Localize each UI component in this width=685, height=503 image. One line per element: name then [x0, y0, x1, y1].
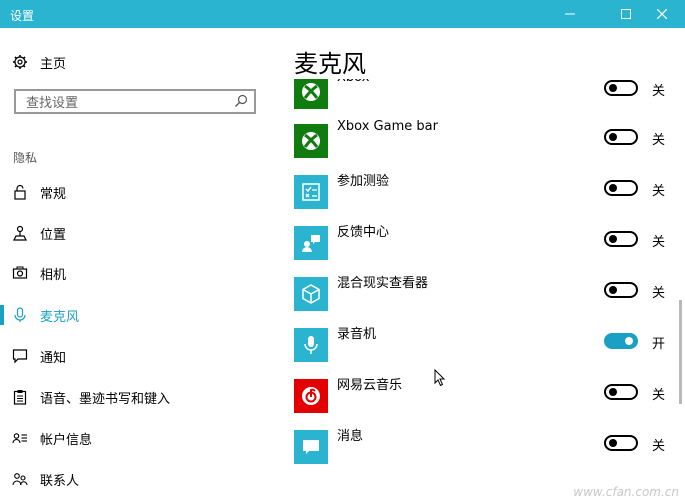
notification-icon: [12, 349, 28, 364]
sidebar-item-account-info[interactable]: 帐户信息: [0, 419, 277, 457]
contacts-icon: [12, 473, 28, 486]
sidebar-item-location[interactable]: 位置: [0, 214, 277, 252]
sidebar-item-label: 联系人: [40, 473, 80, 489]
home-link[interactable]: 主页: [12, 52, 66, 72]
toggle-switch[interactable]: [604, 129, 638, 145]
feedback-icon: [294, 226, 328, 260]
mouse-cursor-icon: [434, 369, 446, 387]
toggle-state: 关: [652, 439, 666, 454]
toggle-state: 关: [652, 133, 666, 148]
page-title: 麦克风: [294, 44, 386, 79]
toggle-state: 开: [652, 337, 666, 352]
quiz-icon: [294, 175, 328, 209]
app-name: 混合现实查看器: [337, 276, 429, 291]
list-item-netease-music: 网易云音乐 关: [294, 378, 674, 413]
netease-music-icon: [294, 379, 328, 413]
app-name: 网易云音乐: [337, 378, 403, 393]
watermark: www.cfan.com.cn: [573, 485, 679, 499]
sidebar-item-label: 帐户信息: [40, 432, 93, 448]
close-icon: [657, 9, 667, 19]
toggle-switch[interactable]: [604, 282, 638, 298]
recorder-icon: [294, 328, 328, 362]
section-header-privacy: 隐私: [13, 151, 38, 165]
list-item-voice-recorder: 录音机 开: [294, 327, 674, 362]
minimize-button[interactable]: [547, 0, 593, 28]
sidebar-item-notifications[interactable]: 通知: [0, 337, 277, 375]
toggle-switch[interactable]: [604, 180, 638, 196]
toggle-state: 关: [652, 84, 666, 99]
search-box[interactable]: [14, 89, 256, 114]
app-name: 反馈中心: [337, 225, 390, 240]
list-item-take-a-test: 参加测验 关: [294, 174, 674, 209]
toggle-state: 关: [652, 286, 666, 301]
sidebar-item-label: 位置: [40, 227, 67, 243]
sidebar-item-speech[interactable]: 语音、墨迹书写和键入: [0, 378, 277, 416]
app-name: Xbox Game bar: [337, 119, 438, 134]
gear-icon: [13, 55, 27, 69]
window-title: 设置: [10, 9, 35, 23]
sidebar-item-label: 常规: [40, 186, 67, 202]
active-indicator: [0, 305, 4, 325]
list-item-messaging: 消息 关: [294, 429, 674, 464]
app-name: 消息: [337, 429, 364, 444]
sidebar-item-camera[interactable]: 相机: [0, 254, 277, 292]
search-icon[interactable]: [234, 94, 248, 108]
close-button[interactable]: [639, 0, 685, 28]
list-item-xbox-game-bar: Xbox Game bar 关: [294, 119, 674, 158]
toggle-state: 关: [652, 235, 666, 250]
account-icon: [12, 433, 27, 444]
sidebar-item-label: 麦克风: [40, 309, 80, 325]
xbox-icon: [294, 124, 328, 158]
xbox-icon: [294, 75, 328, 109]
lock-icon: [14, 184, 26, 200]
sidebar-item-label: 通知: [40, 350, 67, 366]
toggle-switch[interactable]: [604, 80, 638, 96]
sidebar-item-label: 语音、墨迹书写和键入: [40, 391, 171, 407]
camera-icon: [12, 266, 28, 279]
sidebar-item-microphone[interactable]: 麦克风: [0, 296, 277, 334]
toggle-switch[interactable]: [604, 333, 638, 349]
list-item-mixed-reality-viewer: 混合现实查看器 关: [294, 276, 674, 311]
cube-icon: [294, 277, 328, 311]
app-name: 录音机: [337, 327, 377, 342]
minimize-icon: [565, 13, 575, 15]
message-icon: [294, 430, 328, 464]
microphone-icon: [14, 307, 26, 322]
sidebar-item-contacts[interactable]: 联系人: [0, 460, 277, 498]
toggle-switch[interactable]: [604, 384, 638, 400]
sidebar-item-label: 相机: [40, 267, 67, 283]
app-name: 参加测验: [337, 174, 390, 189]
list-item-feedback-hub: 反馈中心 关: [294, 225, 674, 260]
sidebar-item-general[interactable]: 常规: [0, 173, 277, 211]
sidebar: 主页 隐私 常规 位置 相机: [0, 28, 277, 503]
toggle-switch[interactable]: [604, 435, 638, 451]
maximize-icon: [621, 9, 631, 19]
toggle-switch[interactable]: [604, 231, 638, 247]
location-icon: [13, 225, 27, 241]
clipboard-icon: [13, 390, 27, 405]
toggle-state: 关: [652, 388, 666, 403]
scrollbar[interactable]: [679, 300, 682, 404]
toggle-state: 关: [652, 184, 666, 199]
title-bar: 设置: [0, 0, 685, 28]
home-label: 主页: [40, 56, 67, 72]
main-content: Xbox 关 Xbox Game bar 关 参加测验: [277, 28, 685, 503]
list-item-xbox: Xbox 关: [294, 70, 674, 109]
search-input[interactable]: [24, 92, 228, 114]
